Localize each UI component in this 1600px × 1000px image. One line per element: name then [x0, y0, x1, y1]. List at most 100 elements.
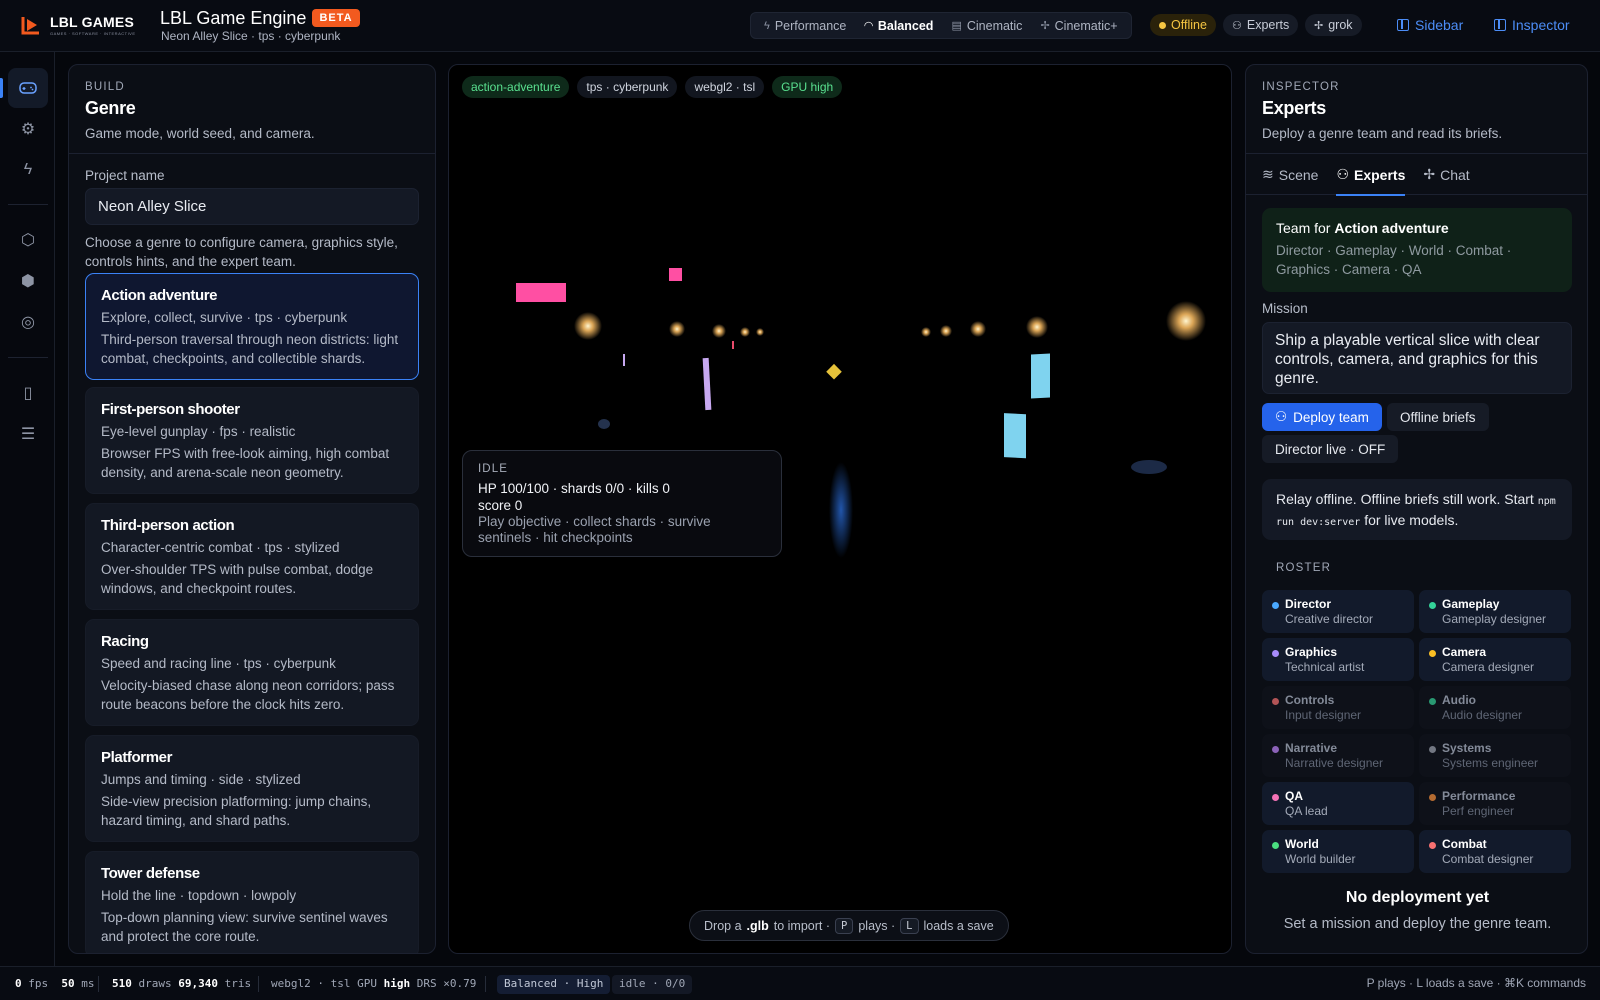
- model-pill[interactable]: ✢ grok: [1305, 14, 1362, 36]
- roster-item-graphics[interactable]: Graphics Technical artist: [1262, 638, 1414, 681]
- tab-scene[interactable]: ≋ Scene: [1262, 154, 1318, 195]
- role-name: Director: [1285, 597, 1332, 611]
- genre-meta: Eye-level gunplay · fps · realistic: [101, 424, 296, 439]
- role-desc: Perf engineer: [1442, 804, 1515, 818]
- project-subtitle: Neon Alley Slice · tps · cyberpunk: [161, 29, 341, 43]
- target-icon: ◎: [21, 314, 35, 331]
- drop-ext: .glb: [746, 918, 769, 933]
- roster-item-performance[interactable]: Performance Perf engineer: [1419, 782, 1571, 825]
- rail-assets-button[interactable]: ⬢: [8, 261, 48, 301]
- genre-meta: Character-centric combat · tps · stylize…: [101, 540, 340, 555]
- status-divider: [98, 976, 99, 992]
- tab-chat[interactable]: ✢ Chat: [1423, 154, 1469, 195]
- panel-title: Experts: [1262, 98, 1326, 118]
- rail-settings-button[interactable]: ⚙: [8, 109, 48, 149]
- empty-state-subtitle: Set a mission and deploy the genre team.: [1283, 916, 1552, 932]
- tab-label: Scene: [1278, 166, 1319, 183]
- drs-value: DRS ×0.79: [416, 977, 477, 990]
- preset-cinematic-plus[interactable]: ✢ Cinematic+: [1031, 13, 1126, 38]
- role-desc: Technical artist: [1285, 660, 1365, 674]
- panel-eyebrow: INSPECTOR: [1262, 81, 1340, 93]
- genre-card-platformer[interactable]: Platformer Jumps and timing · side · sty…: [85, 735, 419, 842]
- street-light: [740, 327, 750, 337]
- genre-card-racing[interactable]: Racing Speed and racing line · tps · cyb…: [85, 619, 419, 726]
- director-live-toggle[interactable]: Director live · OFF: [1262, 435, 1399, 463]
- role-desc: Input designer: [1285, 708, 1362, 722]
- tab-experts[interactable]: ⚇ Experts: [1336, 154, 1405, 196]
- genre-description: Side-view precision platforming: jump ch…: [101, 794, 372, 828]
- genre-meta: Explore, collect, survive · tps · cyberp…: [101, 310, 348, 325]
- genre-card-action-adventure[interactable]: Action adventure Explore, collect, survi…: [85, 273, 419, 380]
- roster-item-director[interactable]: Director Creative director: [1262, 590, 1414, 633]
- mode-chip: Balanced · High: [497, 975, 611, 994]
- roster-item-qa[interactable]: QA QA lead: [1262, 782, 1414, 825]
- role-name: Performance: [1442, 789, 1516, 803]
- state-chip: idle · 0/0: [612, 975, 693, 994]
- preset-label: Cinematic: [966, 18, 1023, 33]
- preset-label: Balanced: [877, 18, 934, 33]
- genre-card-third-person[interactable]: Third-person action Character-centric co…: [85, 503, 419, 610]
- game-viewport[interactable]: action-adventure tps · cyberpunk webgl2 …: [448, 64, 1232, 954]
- preset-balanced[interactable]: ◠ Balanced: [855, 13, 942, 38]
- inspector-panel: INSPECTOR Experts Deploy a genre team an…: [1245, 64, 1588, 954]
- roster-item-camera[interactable]: Camera Camera designer: [1419, 638, 1571, 681]
- role-dot: [1272, 698, 1279, 705]
- rail-docs-button[interactable]: ▯: [8, 373, 48, 413]
- project-name-label: Project name: [85, 168, 165, 183]
- role-name: World: [1285, 837, 1319, 851]
- role-dot: [1272, 794, 1279, 801]
- genre-description: Third-person traversal through neon dist…: [101, 332, 399, 366]
- left-rail: ⚙ ϟ ⬡ ⬢ ◎ ▯ ☰: [0, 52, 55, 966]
- hud-stats-text: HP 100/100 · shards 0/0 · kills 0: [478, 481, 670, 496]
- roster-item-gameplay[interactable]: Gameplay Gameplay designer: [1419, 590, 1571, 633]
- sidebar-toggle[interactable]: Sidebar: [1397, 17, 1463, 33]
- role-dot: [1429, 794, 1436, 801]
- rail-tuning-button[interactable]: ☰: [8, 414, 48, 454]
- backend-text: webgl2 · tsl GPU: [271, 977, 377, 990]
- roster-item-narrative[interactable]: Narrative Narrative designer: [1262, 734, 1414, 777]
- gpu-tag: GPU high: [772, 76, 843, 98]
- shard-pickup: [826, 363, 842, 380]
- inspector-toggle[interactable]: Inspector: [1494, 17, 1570, 33]
- team-genre: Action adventure: [1334, 220, 1449, 236]
- rail-objects-button[interactable]: ⬡: [8, 220, 48, 260]
- genre-description: Top-down planning view: survive sentinel…: [101, 910, 388, 944]
- genre-meta: Speed and racing line · tps · cyberpunk: [101, 656, 336, 671]
- neon-strip: [732, 341, 734, 349]
- preset-performance[interactable]: ϟ Performance: [755, 13, 855, 38]
- beta-badge: BETA: [312, 9, 360, 27]
- experts-pill[interactable]: ⚇ Experts: [1223, 14, 1299, 36]
- street-light: [756, 328, 764, 336]
- hud-stats: HP 100/100 · shards 0/0 · kills 0 score 0: [478, 480, 766, 514]
- rail-target-button[interactable]: ◎: [8, 302, 48, 342]
- roster-item-audio[interactable]: Audio Audio designer: [1419, 686, 1571, 729]
- roster-item-systems[interactable]: Systems Systems engineer: [1419, 734, 1571, 777]
- genre-card-tower-defense[interactable]: Tower defense Hold the line · topdown · …: [85, 851, 419, 953]
- relay-status: Relay offline. Offline briefs still work…: [1262, 479, 1572, 540]
- roster-item-combat[interactable]: Combat Combat designer: [1419, 830, 1571, 873]
- roster-label: ROSTER: [1276, 562, 1332, 574]
- blue-glow: [829, 462, 853, 558]
- rail-gamepad-button[interactable]: [0, 68, 48, 108]
- rail-performance-button[interactable]: ϟ: [8, 150, 48, 190]
- role-dot: [1429, 698, 1436, 705]
- brand-logo[interactable]: LBL GAMES GAMES · SOFTWARE · INTERACTIVE: [20, 14, 136, 36]
- roster-item-controls[interactable]: Controls Input designer: [1262, 686, 1414, 729]
- mission-textarea[interactable]: Ship a playable vertical slice with clea…: [1262, 322, 1572, 394]
- genre-card-fps[interactable]: First-person shooter Eye-level gunplay ·…: [85, 387, 419, 494]
- panel-subtitle: Deploy a genre team and read its briefs.: [1262, 126, 1503, 141]
- role-desc: Audio designer: [1442, 708, 1523, 722]
- project-name-input[interactable]: Neon Alley Slice: [85, 188, 419, 225]
- offline-briefs-button[interactable]: Offline briefs: [1387, 403, 1489, 431]
- roster-item-world[interactable]: World World builder: [1262, 830, 1414, 873]
- role-desc: Narrative designer: [1285, 756, 1384, 770]
- preset-cinematic[interactable]: ▤ Cinematic: [942, 13, 1031, 38]
- offline-status-pill[interactable]: Offline: [1150, 14, 1216, 36]
- role-dot: [1429, 746, 1436, 753]
- fps-value: 0: [15, 977, 22, 990]
- ms-value: 50: [61, 977, 75, 990]
- viewport-tags: action-adventure tps · cyberpunk webgl2 …: [462, 76, 843, 98]
- role-name: Controls: [1285, 693, 1335, 707]
- deploy-team-button[interactable]: ⚇ Deploy team: [1262, 403, 1382, 431]
- build-panel: BUILD Genre Game mode, world seed, and c…: [68, 64, 436, 954]
